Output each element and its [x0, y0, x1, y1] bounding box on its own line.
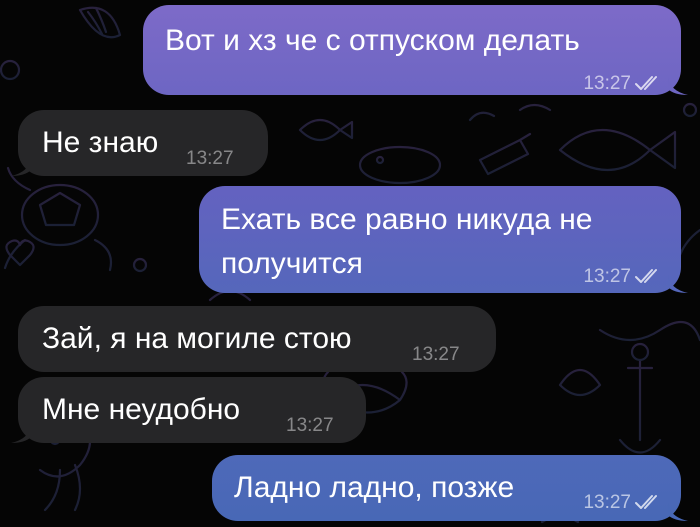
- bubble-tail: [668, 77, 688, 95]
- message-time-label: 13:27: [583, 73, 631, 94]
- message-time: 13:27: [583, 484, 661, 522]
- bubble-tail: [668, 503, 688, 521]
- message-text: Мне неудобно: [42, 393, 241, 426]
- double-check-icon: [635, 76, 657, 90]
- bubble-tail: [11, 425, 31, 443]
- message-bubble-incoming[interactable]: Зай, я на могиле стою 13:27: [18, 306, 496, 372]
- message-text: Вот и хз че с отпуском делать: [165, 24, 580, 57]
- message-time-label: 13:27: [583, 492, 631, 513]
- message-text: Зай, я на могиле стою: [42, 322, 352, 355]
- message-bubble-outgoing[interactable]: Вот и хз че с отпуском делать 13:27: [143, 5, 688, 95]
- message-time: 13:27: [412, 344, 460, 365]
- message-bubble-outgoing[interactable]: Ладно ладно, позже 13:27: [212, 455, 688, 522]
- message-text-line-2: получится: [221, 247, 363, 280]
- bubble-tail: [668, 275, 688, 293]
- message-time: 13:27: [186, 148, 234, 169]
- message-time: 13:27: [583, 65, 661, 103]
- chat-area[interactable]: Вот и хз че с отпуском делать 13:27 Не з…: [0, 0, 700, 527]
- message-text-line-1: Ехать все равно никуда не: [221, 203, 593, 236]
- message-text: Не знаю: [42, 126, 159, 159]
- double-check-icon: [635, 495, 657, 509]
- message-bubble-incoming[interactable]: Не знаю 13:27: [11, 110, 268, 176]
- message-time: 13:27: [286, 415, 334, 436]
- message-time-label: 13:27: [583, 266, 631, 287]
- double-check-icon: [635, 269, 657, 283]
- message-text: Ладно ладно, позже: [234, 471, 515, 504]
- bubble-tail: [11, 158, 31, 176]
- message-bubble-incoming[interactable]: Мне неудобно 13:27: [11, 377, 366, 443]
- message-time: 13:27: [583, 258, 661, 296]
- message-bubble-outgoing[interactable]: Ехать все равно никуда не получится 13:2…: [199, 186, 688, 296]
